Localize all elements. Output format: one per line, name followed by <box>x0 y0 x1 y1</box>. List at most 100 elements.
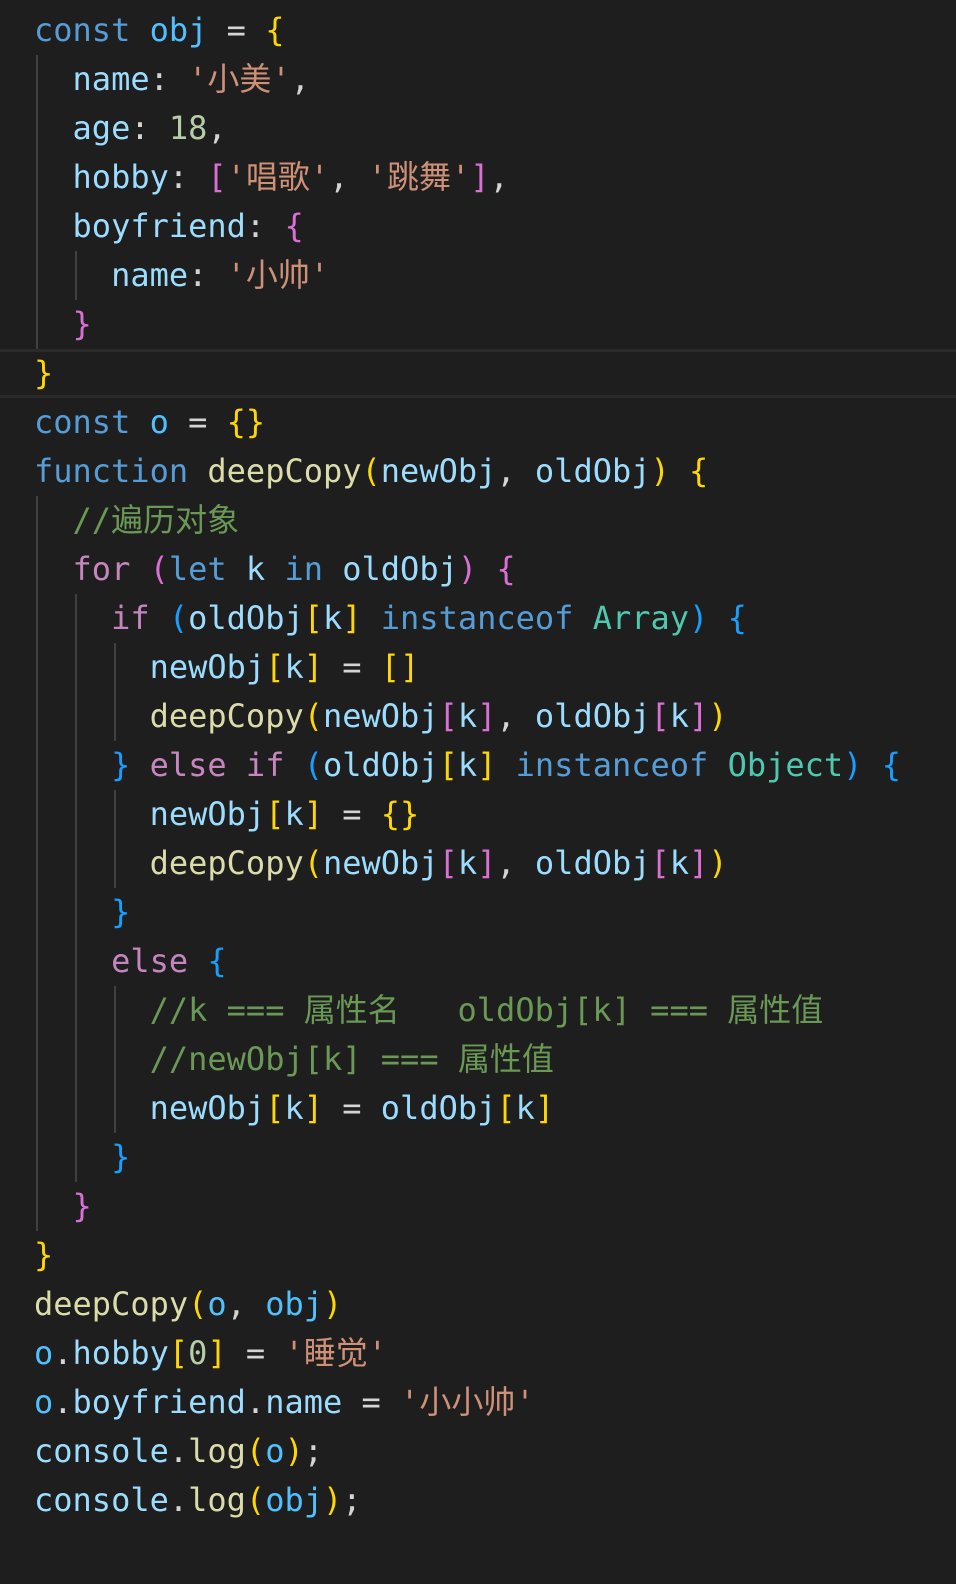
code-token: = <box>322 795 381 833</box>
code-token: [ <box>438 844 458 882</box>
code-line[interactable]: hobby: ['唱歌', '跳舞'], <box>0 153 956 202</box>
code-token: deepCopy <box>149 697 304 735</box>
code-line[interactable]: //遍历对象 <box>0 496 956 545</box>
code-line-text: name: '小美', <box>34 55 310 104</box>
code-token: { <box>881 746 901 784</box>
code-token: ( <box>168 599 189 637</box>
code-line[interactable]: //newObj[k] === 属性值 <box>0 1035 956 1084</box>
code-token: ( <box>361 452 381 490</box>
code-token: ) <box>650 452 670 490</box>
code-line-text: else { <box>34 937 227 986</box>
code-token: boyfriend <box>72 207 246 245</box>
code-token: k <box>669 697 690 735</box>
code-token: k <box>284 795 304 833</box>
code-token: oldObj <box>322 746 439 784</box>
code-token: [ <box>168 1334 189 1372</box>
code-token: ] <box>207 1334 227 1372</box>
code-token: oldObj <box>534 697 651 735</box>
code-line[interactable]: console.log(o); <box>0 1427 956 1476</box>
code-token: else if <box>149 746 285 784</box>
code-line[interactable]: //k === 属性名 oldObj[k] === 属性值 <box>0 986 956 1035</box>
code-line[interactable]: deepCopy(o, obj) <box>0 1280 956 1329</box>
code-line[interactable]: deepCopy(newObj[k], oldObj[k]) <box>0 692 956 741</box>
code-token: ; <box>342 1481 362 1519</box>
code-token: ( <box>149 550 169 588</box>
code-line-text: boyfriend: { <box>34 202 304 251</box>
code-line[interactable]: o.hobby[0] = '睡觉' <box>0 1329 956 1378</box>
code-line-text: //遍历对象 <box>34 496 240 545</box>
code-line[interactable]: else { <box>0 937 956 986</box>
code-line[interactable]: console.log(obj); <box>0 1476 956 1525</box>
code-line[interactable]: } <box>0 1231 956 1280</box>
code-line-text: age: 18, <box>34 104 227 153</box>
code-line-text: } <box>34 888 130 937</box>
code-token: oldObj <box>534 452 651 490</box>
code-token: if <box>111 599 150 637</box>
code-token: . <box>245 1383 266 1421</box>
code-token: = <box>207 11 266 49</box>
code-editor[interactable]: const obj = { name: '小美', age: 18, hobby… <box>0 0 956 1584</box>
code-token: const <box>34 403 131 441</box>
code-token: [ <box>438 746 458 784</box>
code-token: , <box>489 158 509 196</box>
code-line[interactable]: for (let k in oldObj) { <box>0 545 956 594</box>
code-line[interactable]: } <box>0 349 956 398</box>
code-line[interactable]: age: 18, <box>0 104 956 153</box>
code-line-text: console.log(obj); <box>34 1476 362 1525</box>
code-token: const <box>34 11 131 49</box>
code-line[interactable]: const obj = { <box>0 6 956 55</box>
code-token: name <box>111 256 189 294</box>
code-line[interactable]: } <box>0 1133 956 1182</box>
code-token: [ <box>303 599 323 637</box>
code-line[interactable]: name: '小美', <box>0 55 956 104</box>
code-token: = <box>322 1089 381 1127</box>
code-line[interactable]: } else if (oldObj[k] instanceof Object) … <box>0 741 956 790</box>
code-token: , <box>496 697 535 735</box>
code-token: , <box>329 158 368 196</box>
code-token: ] <box>303 1089 323 1127</box>
code-token: obj <box>265 1285 323 1323</box>
code-token: k <box>284 1089 304 1127</box>
code-token: instanceof <box>515 746 709 784</box>
code-token: , <box>290 60 310 98</box>
code-token: {} <box>380 795 420 833</box>
code-line[interactable]: newObj[k] = {} <box>0 790 956 839</box>
code-line[interactable]: newObj[k] = [] <box>0 643 956 692</box>
code-line[interactable]: } <box>0 888 956 937</box>
code-token: '跳舞' <box>367 158 471 196</box>
code-token: [ <box>650 697 670 735</box>
code-token: o <box>149 403 169 441</box>
code-token: ] <box>689 697 709 735</box>
code-line[interactable]: o.boyfriend.name = '小小帅' <box>0 1378 956 1427</box>
code-token: ) <box>708 844 728 882</box>
code-token: : <box>245 207 285 245</box>
code-token: k <box>457 746 478 784</box>
code-line[interactable]: function deepCopy(newObj, oldObj) { <box>0 447 956 496</box>
code-line[interactable]: name: '小帅' <box>0 251 956 300</box>
code-token: Array <box>592 599 690 637</box>
code-token: = <box>168 403 227 441</box>
code-token: newObj <box>322 844 439 882</box>
code-line[interactable]: newObj[k] = oldObj[k] <box>0 1084 956 1133</box>
code-line[interactable]: deepCopy(newObj[k], oldObj[k]) <box>0 839 956 888</box>
code-line[interactable]: } <box>0 1182 956 1231</box>
code-line[interactable]: if (oldObj[k] instanceof Array) { <box>0 594 956 643</box>
code-line[interactable]: boyfriend: { <box>0 202 956 251</box>
code-token: for <box>72 550 131 588</box>
code-line-text: deepCopy(o, obj) <box>34 1280 342 1329</box>
code-token: : <box>188 256 227 294</box>
code-line[interactable]: } <box>0 300 956 349</box>
code-token: //k === 属性名 oldObj[k] === 属性值 <box>149 991 824 1029</box>
code-line[interactable]: const o = {} <box>0 398 956 447</box>
